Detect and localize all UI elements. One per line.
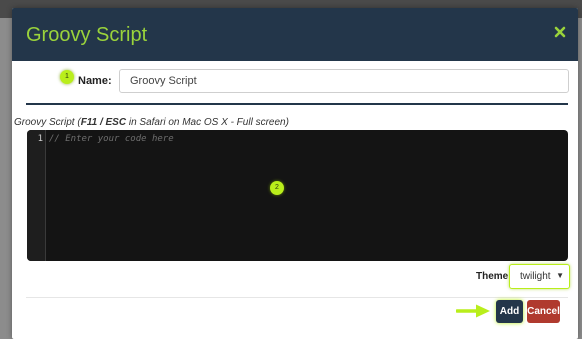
- theme-label: Theme:: [476, 271, 512, 282]
- editor-caption-suffix: in Safari on Mac OS X - Full screen): [126, 117, 289, 128]
- groovy-script-dialog: Groovy Script 1 Name: Groovy Script (F11…: [12, 8, 578, 339]
- arrow-right-icon: [456, 304, 490, 318]
- editor-caption: Groovy Script (F11 / ESC in Safari on Ma…: [14, 117, 289, 128]
- callout-badge-1: 1: [60, 70, 74, 84]
- theme-select[interactable]: twilight ▼: [509, 264, 570, 289]
- editor-gutter: 1: [27, 130, 46, 261]
- name-input[interactable]: [119, 69, 569, 93]
- footer-divider: [26, 297, 568, 298]
- add-button[interactable]: Add: [496, 300, 523, 323]
- code-editor[interactable]: 1 // Enter your code here 2: [27, 130, 568, 261]
- cancel-button[interactable]: Cancel: [527, 300, 560, 323]
- code-placeholder: // Enter your code here: [49, 134, 174, 144]
- name-label: Name:: [78, 75, 112, 87]
- callout-badge-2: 2: [270, 181, 284, 195]
- chevron-down-icon: ▼: [556, 271, 564, 280]
- editor-caption-prefix: Groovy Script (: [14, 117, 81, 128]
- section-divider: [26, 103, 568, 105]
- editor-caption-keys: F11 / ESC: [80, 117, 127, 128]
- background-page-left: [0, 18, 12, 339]
- theme-selected-value: twilight: [520, 271, 551, 282]
- close-icon: [554, 26, 566, 38]
- line-number: 1: [37, 134, 43, 144]
- dialog-title: Groovy Script: [26, 24, 148, 46]
- dialog-header: Groovy Script: [12, 8, 578, 61]
- close-button[interactable]: [550, 22, 570, 42]
